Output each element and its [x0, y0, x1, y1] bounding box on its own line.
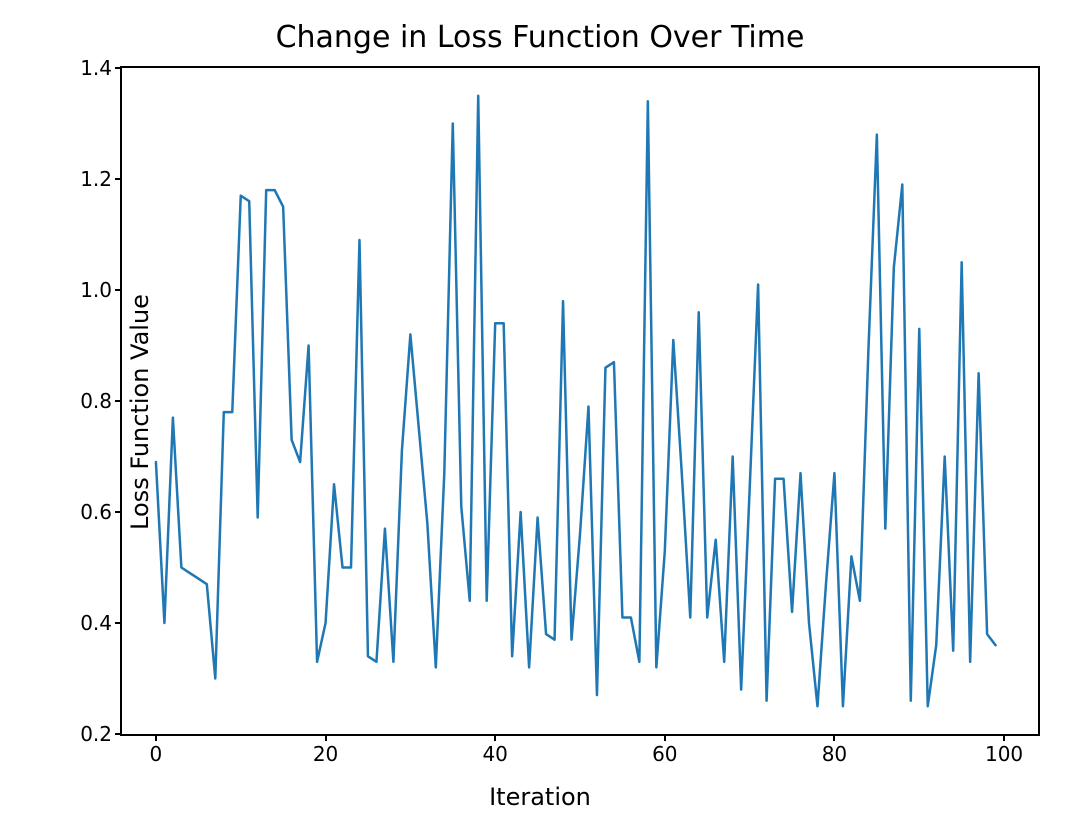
y-tick-mark	[115, 178, 122, 180]
x-tick-label: 60	[652, 742, 677, 766]
y-tick-mark	[115, 67, 122, 69]
x-tick-mark	[494, 734, 496, 741]
x-tick-label: 20	[313, 742, 338, 766]
x-tick-mark	[1003, 734, 1005, 741]
y-tick-mark	[115, 400, 122, 402]
y-tick-label: 0.4	[80, 611, 112, 635]
line-series	[122, 68, 1038, 734]
x-tick-mark	[155, 734, 157, 741]
y-tick-label: 0.6	[80, 500, 112, 524]
chart-container: Change in Loss Function Over Time Loss F…	[0, 0, 1080, 823]
y-tick-label: 1.4	[80, 56, 112, 80]
y-tick-label: 0.8	[80, 389, 112, 413]
x-tick-label: 100	[985, 742, 1023, 766]
loss-line-path	[156, 96, 996, 707]
x-axis-label: Iteration	[0, 783, 1080, 811]
x-tick-label: 80	[822, 742, 847, 766]
y-tick-mark	[115, 289, 122, 291]
y-tick-label: 0.2	[80, 722, 112, 746]
y-tick-label: 1.0	[80, 278, 112, 302]
x-tick-mark	[833, 734, 835, 741]
x-tick-label: 0	[150, 742, 163, 766]
x-tick-mark	[664, 734, 666, 741]
y-tick-mark	[115, 511, 122, 513]
plot-area: 0.20.40.60.81.01.21.4020406080100	[120, 66, 1040, 736]
y-tick-mark	[115, 733, 122, 735]
x-tick-mark	[325, 734, 327, 741]
y-tick-label: 1.2	[80, 167, 112, 191]
x-tick-label: 40	[482, 742, 507, 766]
chart-title: Change in Loss Function Over Time	[0, 20, 1080, 55]
y-tick-mark	[115, 622, 122, 624]
